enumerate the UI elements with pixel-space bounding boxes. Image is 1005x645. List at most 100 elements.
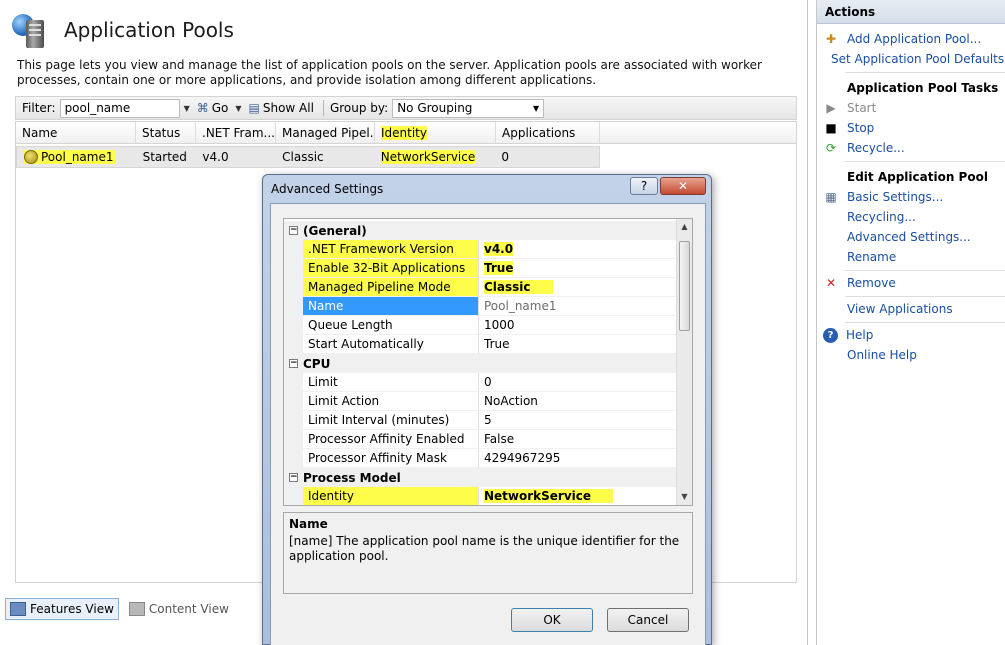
online-help-label: Online Help xyxy=(847,348,917,362)
description-title: Name xyxy=(289,517,328,531)
category-process-model[interactable]: − Process Model xyxy=(284,468,678,487)
prop-value[interactable]: NoAction xyxy=(479,392,678,411)
filter-input[interactable]: pool_name xyxy=(59,98,180,118)
set-defaults-action[interactable]: Set Application Pool Defaults... xyxy=(817,49,1005,69)
show-all-button[interactable]: ▤ Show All xyxy=(246,101,317,115)
go-dropdown-icon[interactable]: ▼ xyxy=(235,104,241,113)
prop-affinity-enabled[interactable]: Processor Affinity Enabled False xyxy=(284,430,678,449)
grid-header: Name Status .NET Fram... Managed Pipel..… xyxy=(16,122,796,144)
binoculars-icon: ⌘ xyxy=(196,101,209,115)
prop-name: Queue Length xyxy=(303,316,479,335)
prop-value[interactable]: 4294967295 xyxy=(479,449,678,468)
toolbar-separator xyxy=(322,100,324,116)
remove-icon: ✕ xyxy=(825,276,837,290)
prop-managed-pipeline-mode[interactable]: Managed Pipeline Mode Classic xyxy=(284,278,678,297)
prop-name: Limit Interval (minutes) xyxy=(303,411,479,430)
prop-value[interactable]: Pool_name1 xyxy=(479,297,678,316)
column-header-applications[interactable]: Applications xyxy=(496,122,600,143)
prop-value[interactable]: NetworkService xyxy=(479,487,678,505)
group-by-select[interactable]: No Grouping ▼ xyxy=(392,98,545,118)
row-gutter xyxy=(284,278,303,297)
set-defaults-label: Set Application Pool Defaults... xyxy=(831,52,1005,66)
dialog-close-button[interactable]: ✕ xyxy=(660,177,706,195)
column-header-net-framework[interactable]: .NET Fram... xyxy=(196,122,276,143)
prop-start-automatically[interactable]: Start Automatically True xyxy=(284,335,678,354)
prop-net-framework-version[interactable]: .NET Framework Version v4.0 xyxy=(284,240,678,259)
advanced-settings-label: Advanced Settings... xyxy=(847,230,971,244)
prop-value[interactable]: True xyxy=(479,335,678,354)
column-header-managed-pipeline[interactable]: Managed Pipel... xyxy=(276,122,375,143)
tab-content-view[interactable]: Content View xyxy=(125,598,233,620)
row-pipeline: Classic xyxy=(282,150,324,164)
prop-name-selected[interactable]: Name Pool_name1 xyxy=(284,297,678,316)
scroll-up-icon[interactable]: ▲ xyxy=(677,219,692,235)
filter-dropdown-icon[interactable]: ▼ xyxy=(184,104,190,113)
group-by-value: No Grouping xyxy=(397,101,473,115)
prop-queue-length[interactable]: Queue Length 1000 xyxy=(284,316,678,335)
add-app-pool-action[interactable]: ✚ Add Application Pool... xyxy=(817,29,1005,49)
recycle-label: Recycle... xyxy=(847,141,905,155)
collapse-icon[interactable]: − xyxy=(289,359,298,368)
prop-value[interactable]: Classic xyxy=(479,278,678,297)
start-action[interactable]: ▶ Start xyxy=(817,98,1005,118)
app-pool-icon xyxy=(24,150,38,164)
scroll-down-icon[interactable]: ▼ xyxy=(677,489,692,505)
collapse-icon[interactable]: − xyxy=(289,473,298,482)
row-name-cell: Pool_name1 xyxy=(17,147,137,167)
tab-features-view[interactable]: Features View xyxy=(5,598,119,620)
column-header-status[interactable]: Status xyxy=(136,122,196,143)
property-grid-scrollbar[interactable]: ▲ ▼ xyxy=(676,219,692,505)
prop-value-text: v4.0 xyxy=(484,242,514,256)
prop-name: Identity xyxy=(303,487,479,505)
stop-action[interactable]: ■ Stop xyxy=(817,118,1005,138)
tasks-header: Application Pool Tasks xyxy=(847,81,999,95)
table-row[interactable]: Pool_name1 Started v4.0 Classic NetworkS… xyxy=(16,146,600,168)
help-action[interactable]: ? Help xyxy=(817,325,1005,345)
collapse-icon[interactable]: − xyxy=(289,226,298,235)
page-title: Application Pools xyxy=(64,18,234,42)
ok-button[interactable]: OK xyxy=(511,608,593,632)
recycling-action[interactable]: Recycling... xyxy=(817,207,1005,227)
column-header-identity[interactable]: Identity xyxy=(375,122,496,143)
recycle-action[interactable]: ⟳ Recycle... xyxy=(817,138,1005,158)
basic-settings-action[interactable]: ▦ Basic Settings... xyxy=(817,187,1005,207)
scrollbar-thumb[interactable] xyxy=(679,241,690,331)
advanced-settings-action[interactable]: Advanced Settings... xyxy=(817,227,1005,247)
dialog-help-button[interactable]: ? xyxy=(630,177,658,195)
prop-value[interactable]: 1000 xyxy=(479,316,678,335)
view-applications-action[interactable]: View Applications xyxy=(817,299,1005,319)
prop-name: Limit Action xyxy=(303,392,479,411)
remove-action[interactable]: ✕ Remove xyxy=(817,273,1005,293)
online-help-action[interactable]: Online Help xyxy=(817,345,1005,365)
column-header-name[interactable]: Name xyxy=(16,122,136,143)
go-button[interactable]: ⌘ Go xyxy=(194,101,232,115)
prop-affinity-mask[interactable]: Processor Affinity Mask 4294967295 xyxy=(284,449,678,468)
prop-enable-32bit[interactable]: Enable 32-Bit Applications True xyxy=(284,259,678,278)
actions-pane: Actions ✚ Add Application Pool... Set Ap… xyxy=(816,0,1005,645)
divider xyxy=(845,270,1005,271)
row-gutter xyxy=(284,297,303,316)
prop-limit-interval[interactable]: Limit Interval (minutes) 5 xyxy=(284,411,678,430)
category-general[interactable]: − (General) xyxy=(284,221,678,240)
prop-value[interactable]: v4.0 xyxy=(479,240,678,259)
row-gutter xyxy=(284,487,303,505)
remove-label: Remove xyxy=(847,276,896,290)
start-label: Start xyxy=(847,101,877,115)
prop-limit-action[interactable]: Limit Action NoAction xyxy=(284,392,678,411)
prop-value[interactable]: True xyxy=(479,259,678,278)
prop-value[interactable]: 5 xyxy=(479,411,678,430)
prop-identity[interactable]: Identity NetworkService xyxy=(284,487,678,505)
category-cpu[interactable]: − CPU xyxy=(284,354,678,373)
prop-name: Start Automatically xyxy=(303,335,479,354)
page-description: This page lets you view and manage the l… xyxy=(17,58,762,87)
prop-limit[interactable]: Limit 0 xyxy=(284,373,678,392)
prop-value[interactable]: False xyxy=(479,430,678,449)
go-label: Go xyxy=(211,101,229,115)
stop-label: Stop xyxy=(847,121,875,135)
help-label: Help xyxy=(846,328,874,342)
rename-action[interactable]: Rename xyxy=(817,247,1005,267)
prop-value[interactable]: 0 xyxy=(479,373,678,392)
row-identity: NetworkService xyxy=(380,150,476,164)
cancel-button[interactable]: Cancel xyxy=(607,608,689,632)
row-gutter xyxy=(284,449,303,468)
